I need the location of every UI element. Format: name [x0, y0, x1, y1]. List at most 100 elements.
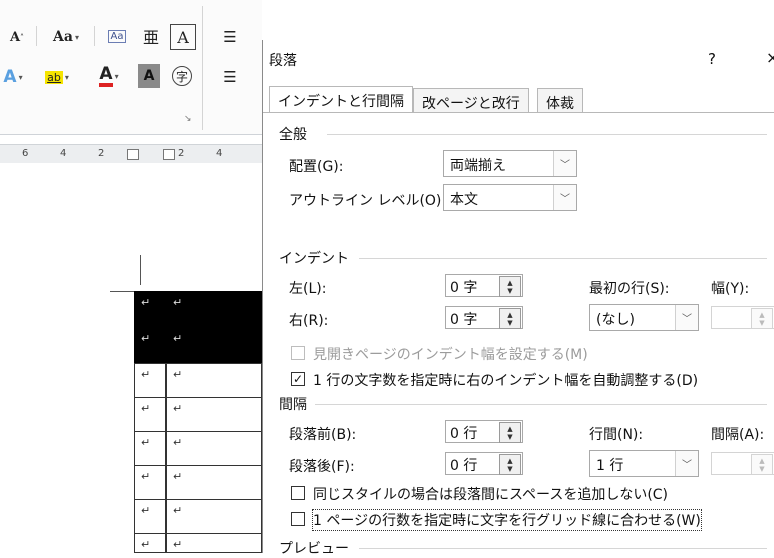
crop-mark [140, 255, 141, 285]
snap-to-grid-checkbox[interactable] [291, 512, 305, 526]
table-cell[interactable]: ↵ [166, 533, 262, 553]
chevron-down-icon: ﹀ [675, 305, 698, 330]
outline-level-label: アウトライン レベル(O): [289, 193, 447, 209]
spin-arrows-icon: ▲ ▼ [751, 308, 773, 329]
chevron-down-icon: ﹀ [553, 151, 576, 176]
left-indent-label: 左(L): [289, 281, 327, 297]
table-cell[interactable]: ↵ [134, 327, 166, 363]
spin-arrows-icon[interactable]: ▲ ▼ [499, 454, 521, 475]
spin-arrows-icon[interactable]: ▲ ▼ [499, 308, 521, 329]
table-cell[interactable]: ↵ [134, 465, 166, 500]
grow-font-icon: A [9, 29, 21, 45]
table-cell[interactable]: ↵ [166, 291, 262, 327]
ruler-tick: 2 [98, 148, 105, 159]
enclose-characters-icon: 字 [172, 66, 192, 86]
dialog-title-bar[interactable]: 段落 ? × [263, 40, 774, 80]
tab-line-page-breaks[interactable]: 改ページと改行 [413, 88, 529, 112]
horizontal-ruler: 6 4 2 2 4 [0, 144, 262, 164]
alignment-label: 配置(G): [289, 159, 344, 175]
space-after-label: 段落後(F): [289, 459, 355, 475]
ribbon: A ˄ Aa ▾ Aa 亜 A ☰ A ▾ ab ▾ A ▾ A 字 ☰ ↘ [0, 0, 262, 135]
table-cell[interactable]: ↵ [134, 431, 166, 466]
first-line-select[interactable]: (なし) ﹀ [589, 304, 699, 331]
no-space-same-style-label: 同じスタイルの場合は段落間にスペースを追加しない(C) [313, 487, 669, 503]
space-before-spinner[interactable]: 0 行 ▲ ▼ [445, 420, 523, 443]
close-icon[interactable]: × [766, 48, 774, 67]
column-marker[interactable] [163, 149, 175, 160]
first-line-value: (なし) [596, 312, 635, 328]
text-effects-icon: A [3, 67, 17, 87]
space-after-value: 0 行 [450, 458, 478, 474]
character-shading-icon: A [143, 68, 155, 84]
table-cell[interactable]: ↵ [166, 327, 262, 363]
width-label: 幅(Y): [711, 281, 750, 297]
character-shading-button[interactable]: A [138, 64, 160, 88]
chevron-down-icon: ﹀ [553, 185, 576, 210]
left-indent-spinner[interactable]: 0 字 ▲ ▼ [445, 274, 523, 297]
section-preview: プレビュー [279, 541, 349, 557]
table-cell[interactable]: ↵ [166, 431, 262, 466]
right-indent-label: 右(R): [289, 313, 329, 329]
highlight-icon: ab [45, 70, 63, 84]
indent-width-spinner[interactable]: ▲ ▼ [711, 306, 774, 329]
outline-level-value: 本文 [450, 192, 478, 208]
first-line-label: 最初の行(S): [589, 281, 670, 297]
table-cell[interactable]: ↵ [134, 291, 166, 327]
tab-indents-spacing[interactable]: インデントと行間隔 [269, 86, 413, 113]
table-cell[interactable]: ↵ [134, 397, 166, 432]
bullets-icon: ☰ [223, 28, 237, 46]
section-general: 全般 [279, 127, 307, 143]
highlight-color-button[interactable]: ab ▾ [36, 64, 78, 90]
space-before-label: 段落前(B): [289, 427, 357, 443]
column-marker[interactable] [127, 149, 139, 160]
spin-arrows-icon[interactable]: ▲ ▼ [499, 422, 521, 443]
table-cell[interactable]: ↵ [134, 499, 166, 534]
no-space-same-style-checkbox[interactable] [291, 486, 305, 500]
line-spacing-value: 1 行 [596, 458, 624, 474]
right-indent-spinner[interactable]: 0 字 ▲ ▼ [445, 306, 523, 329]
document-page[interactable]: ↵ ↵ ↵ ↵ ↵ ↵ ↵ ↵ ↵ ↵ ↵ ↵ ↵ ↵ ↵ ↵ [0, 163, 262, 553]
font-dialog-launcher-icon[interactable]: ↘ [184, 114, 194, 124]
character-border-button[interactable]: A [170, 24, 196, 50]
font-color-button[interactable]: A ▾ [88, 62, 130, 90]
table-cell[interactable]: ↵ [166, 363, 262, 398]
line-spacing-select[interactable]: 1 行 ﹀ [589, 450, 699, 477]
auto-adjust-indent-checkbox[interactable]: ✓ [291, 372, 305, 386]
enclose-characters-button[interactable]: 字 [168, 62, 196, 90]
table-cell[interactable]: ↵ [134, 363, 166, 398]
mirror-indents-checkbox[interactable] [291, 346, 305, 360]
section-spacing: 間隔 [279, 397, 307, 413]
bullets-button[interactable]: ☰ [214, 24, 246, 50]
checkmark-icon: ✓ [292, 372, 304, 386]
font-color-icon: A [99, 65, 113, 87]
change-case-icon: Aa [53, 29, 73, 45]
spin-arrows-icon[interactable]: ▲ ▼ [499, 276, 521, 297]
dialog-title: 段落 [269, 53, 297, 69]
table-cell[interactable]: ↵ [166, 499, 262, 534]
ruler-tick: 6 [22, 148, 29, 159]
spin-arrows-icon: ▲ ▼ [751, 454, 773, 475]
table-cell[interactable]: ↵ [134, 533, 166, 553]
chevron-down-icon: ﹀ [675, 451, 698, 476]
space-after-spinner[interactable]: 0 行 ▲ ▼ [445, 452, 523, 475]
clear-formatting-button[interactable]: Aa [104, 22, 130, 50]
table-cell[interactable]: ↵ [166, 465, 262, 500]
auto-adjust-indent-label: 1 行の文字数を指定時に右のインデント幅を自動調整する(D) [313, 373, 699, 389]
change-case-button[interactable]: Aa ▾ [44, 24, 88, 50]
crop-mark [110, 291, 134, 292]
phonetic-guide-button[interactable]: 亜 [138, 22, 164, 50]
align-left-button[interactable]: ☰ [214, 64, 246, 90]
left-indent-value: 0 字 [450, 280, 478, 296]
help-icon[interactable]: ? [708, 50, 716, 68]
text-effects-button[interactable]: A ▾ [0, 64, 26, 90]
alignment-select[interactable]: 両端揃え ﹀ [443, 150, 577, 177]
spacing-at-spinner[interactable]: ▲ ▼ [711, 452, 774, 475]
grow-font-button[interactable]: A ˄ [4, 24, 30, 50]
phonetic-guide-icon: 亜 [142, 28, 159, 47]
outline-level-select[interactable]: 本文 ﹀ [443, 184, 577, 211]
section-indent: インデント [279, 251, 349, 267]
tab-asian-typography[interactable]: 体裁 [537, 88, 583, 112]
paragraph-dialog: 段落 ? × インデントと行間隔 改ページと改行 体裁 全般 配置(G): 両端… [262, 40, 774, 557]
table-cell[interactable]: ↵ [166, 397, 262, 432]
clear-format-icon: Aa [107, 29, 127, 43]
